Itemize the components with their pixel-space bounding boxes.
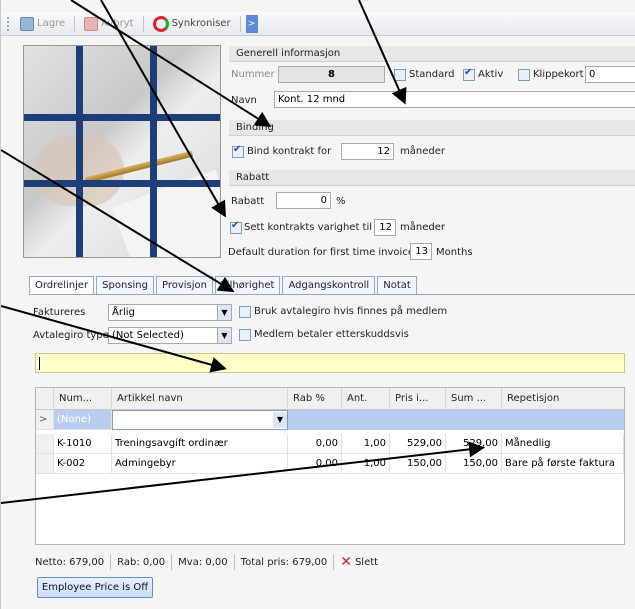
number-label: Nummer (231, 69, 275, 80)
toolbar-separator (142, 15, 144, 32)
chevron-down-icon[interactable]: ▼ (217, 328, 231, 343)
default-duration-input[interactable]: 13 (410, 243, 432, 260)
bind-months-input[interactable]: 12 (341, 143, 394, 160)
discount-total: Rab: 0,00 (117, 556, 166, 568)
tab-adgangskontroll[interactable]: Adgangskontroll (282, 276, 376, 294)
cell-price[interactable]: 150,00 (390, 454, 446, 474)
cell-number[interactable]: K-002 (54, 454, 112, 474)
name-input[interactable]: Kont. 12 mnd (274, 91, 635, 108)
invoiced-label: Faktureres (33, 307, 86, 318)
net-total: Netto: 679,00 (35, 556, 105, 568)
cell-repetition[interactable]: Bare på første faktura (502, 454, 624, 474)
default-duration-unit: Months (436, 247, 473, 258)
bind-contract-checkbox[interactable] (232, 144, 244, 158)
vat-total: Mva: 0,00 (178, 556, 228, 568)
row-indicator: > (36, 410, 54, 430)
punchcard-label: Klippekort (533, 69, 584, 80)
tab-notat[interactable]: Notat (377, 276, 417, 294)
table-row[interactable]: K-002 Admingebyr 0,00 1,00 150,00 150,00… (36, 454, 624, 474)
column-header-number[interactable]: Num... (54, 388, 112, 410)
member-pays-later-label: Medlem betaler etterskuddsvis (254, 329, 409, 340)
active-label: Aktiv (478, 69, 504, 80)
column-header-price[interactable]: Pris i... (390, 388, 446, 410)
toolbar-grip[interactable] (7, 16, 10, 31)
discount-header: Rabatt (229, 170, 635, 186)
text-cursor (39, 357, 40, 370)
cell-sum[interactable]: 150,00 (446, 454, 502, 474)
tab-strip: Ordrelinjer Sponsing Provisjon Tilhørigh… (29, 276, 417, 295)
cell-quantity[interactable]: 1,00 (342, 454, 390, 474)
set-duration-checkbox[interactable] (230, 220, 242, 234)
toolbar-overflow-button[interactable]: > (245, 14, 258, 33)
toolbar-separator (74, 15, 76, 32)
cancel-button[interactable]: Avbryt (80, 15, 137, 33)
cell-article-name[interactable]: Treningsavgift ordinær (112, 434, 288, 454)
set-duration-label: Sett kontrakts varighet til (244, 222, 373, 233)
discount-label: Rabatt (231, 196, 265, 207)
tab-sponsing[interactable]: Sponsing (96, 276, 154, 294)
cancel-icon (84, 16, 99, 31)
tab-tilhorighet[interactable]: Tilhørighet (214, 276, 281, 294)
sync-icon (152, 15, 169, 32)
duration-input[interactable]: 12 (374, 219, 396, 236)
bind-contract-label: Bind kontrakt for (247, 146, 332, 157)
column-header-sum[interactable]: Sum ... (446, 388, 502, 410)
cell-price[interactable]: 529,00 (390, 434, 446, 454)
column-header-discount[interactable]: Rab % (288, 388, 342, 410)
new-row-number-cell[interactable]: (None) (54, 410, 112, 430)
contract-image (23, 45, 221, 258)
standard-checkbox[interactable] (394, 69, 406, 81)
employee-price-button[interactable]: Employee Price is Off (37, 577, 153, 598)
cell-article-name[interactable]: Admingebyr (112, 454, 288, 474)
cell-quantity[interactable]: 1,00 (342, 434, 390, 454)
use-avtalegiro-label: Bruk avtalegiro hvis finnes på medlem (254, 306, 448, 317)
cell-repetition[interactable]: Månedlig (502, 434, 624, 454)
standard-label: Standard (409, 69, 455, 80)
general-info-header: Generell informasjon (229, 46, 635, 62)
delete-x-icon: ✕ (340, 554, 352, 570)
save-icon (20, 16, 34, 31)
totals-bar: Netto: 679,00 Rab: 0,00 Mva: 0,00 Total … (35, 551, 378, 573)
table-row[interactable]: K-1010 Treningsavgift ordinær 0,00 1,00 … (36, 434, 624, 454)
chevron-down-icon[interactable]: ▼ (217, 305, 231, 320)
column-header-article-name[interactable]: Artikkel navn (112, 388, 288, 410)
total-price: Total pris: 679,00 (240, 556, 328, 568)
contract-window: Lagre Avbryt Synkroniser > Generell info… (0, 0, 635, 609)
cell-sum[interactable]: 529,00 (446, 434, 502, 454)
column-header-quantity[interactable]: Ant. (342, 388, 390, 410)
invoiced-dropdown[interactable]: Årlig ▼ (108, 304, 232, 321)
save-button[interactable]: Lagre (16, 15, 69, 33)
cell-discount[interactable]: 0,00 (288, 454, 342, 474)
toolbar-separator (239, 15, 241, 32)
name-label: Navn (231, 95, 257, 106)
member-pays-later-checkbox[interactable] (239, 329, 251, 341)
bind-unit-label: måneder (400, 146, 445, 157)
punchcard-input[interactable]: 0 (585, 66, 635, 83)
cell-discount[interactable]: 0,00 (288, 434, 342, 454)
order-lines-grid[interactable]: Num... Artikkel navn Rab % Ant. Pris i..… (35, 387, 625, 545)
cell-number[interactable]: K-1010 (54, 434, 112, 454)
binding-header: Binding (229, 120, 635, 136)
discount-unit: % (336, 196, 346, 207)
delete-button[interactable]: ✕ Slett (340, 554, 378, 570)
punchcard-checkbox[interactable] (518, 69, 530, 81)
chevron-down-icon[interactable]: ▼ (273, 412, 287, 428)
new-row[interactable]: > (None) ▼ (36, 410, 624, 430)
tab-ordrelinjer[interactable]: Ordrelinjer (29, 276, 95, 295)
duration-unit: måneder (400, 222, 445, 233)
active-checkbox[interactable] (463, 67, 475, 81)
number-field: 8 (278, 66, 385, 83)
tab-provisjon[interactable]: Provisjon (155, 276, 213, 294)
toolbar: Lagre Avbryt Synkroniser > (1, 12, 635, 36)
default-duration-label: Default duration for first time invoice (228, 247, 414, 258)
use-avtalegiro-checkbox[interactable] (239, 306, 251, 318)
column-header-repetition[interactable]: Repetisjon (502, 388, 624, 410)
sync-button[interactable]: Synkroniser (149, 14, 235, 34)
article-search-input[interactable] (35, 353, 625, 373)
avtalegiro-type-dropdown[interactable]: (Not Selected) ▼ (108, 327, 232, 344)
discount-input[interactable]: 0 (276, 192, 331, 209)
new-row-article-dropdown[interactable]: ▼ (112, 410, 288, 430)
avtalegiro-type-label: Avtalegiro type (33, 330, 109, 341)
